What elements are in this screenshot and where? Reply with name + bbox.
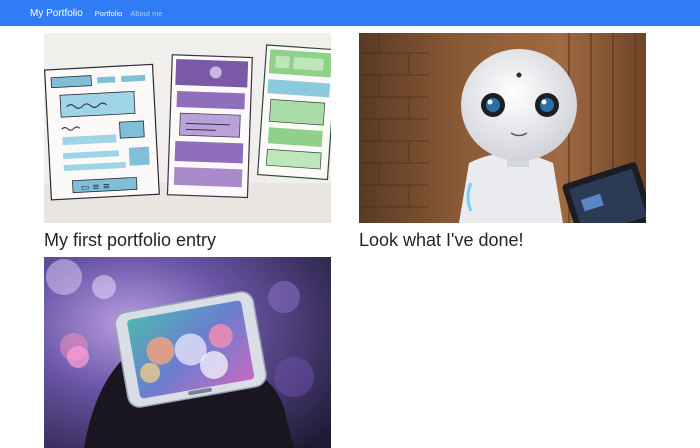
portfolio-card[interactable]: Look what I've done! bbox=[359, 33, 646, 251]
phone-bokeh-image[interactable] bbox=[44, 257, 331, 448]
navbar: My Portfolio Portfolio About me bbox=[0, 0, 700, 26]
wireframe-sketches-image[interactable]: ▭ ≡ ≡ bbox=[44, 33, 331, 223]
portfolio-entry-title[interactable]: My first portfolio entry bbox=[44, 229, 331, 251]
portfolio-card[interactable] bbox=[44, 257, 331, 448]
nav-link-portfolio[interactable]: Portfolio bbox=[95, 9, 123, 18]
nav-link-about[interactable]: About me bbox=[130, 9, 162, 18]
svg-text:▭ ≡ ≡: ▭ ≡ ≡ bbox=[81, 182, 111, 194]
navbar-brand[interactable]: My Portfolio bbox=[30, 8, 83, 19]
portfolio-card[interactable]: ▭ ≡ ≡ My first portfolio entry bbox=[44, 33, 331, 251]
portfolio-entry-title[interactable]: Look what I've done! bbox=[359, 229, 646, 251]
robot-image[interactable] bbox=[359, 33, 646, 223]
